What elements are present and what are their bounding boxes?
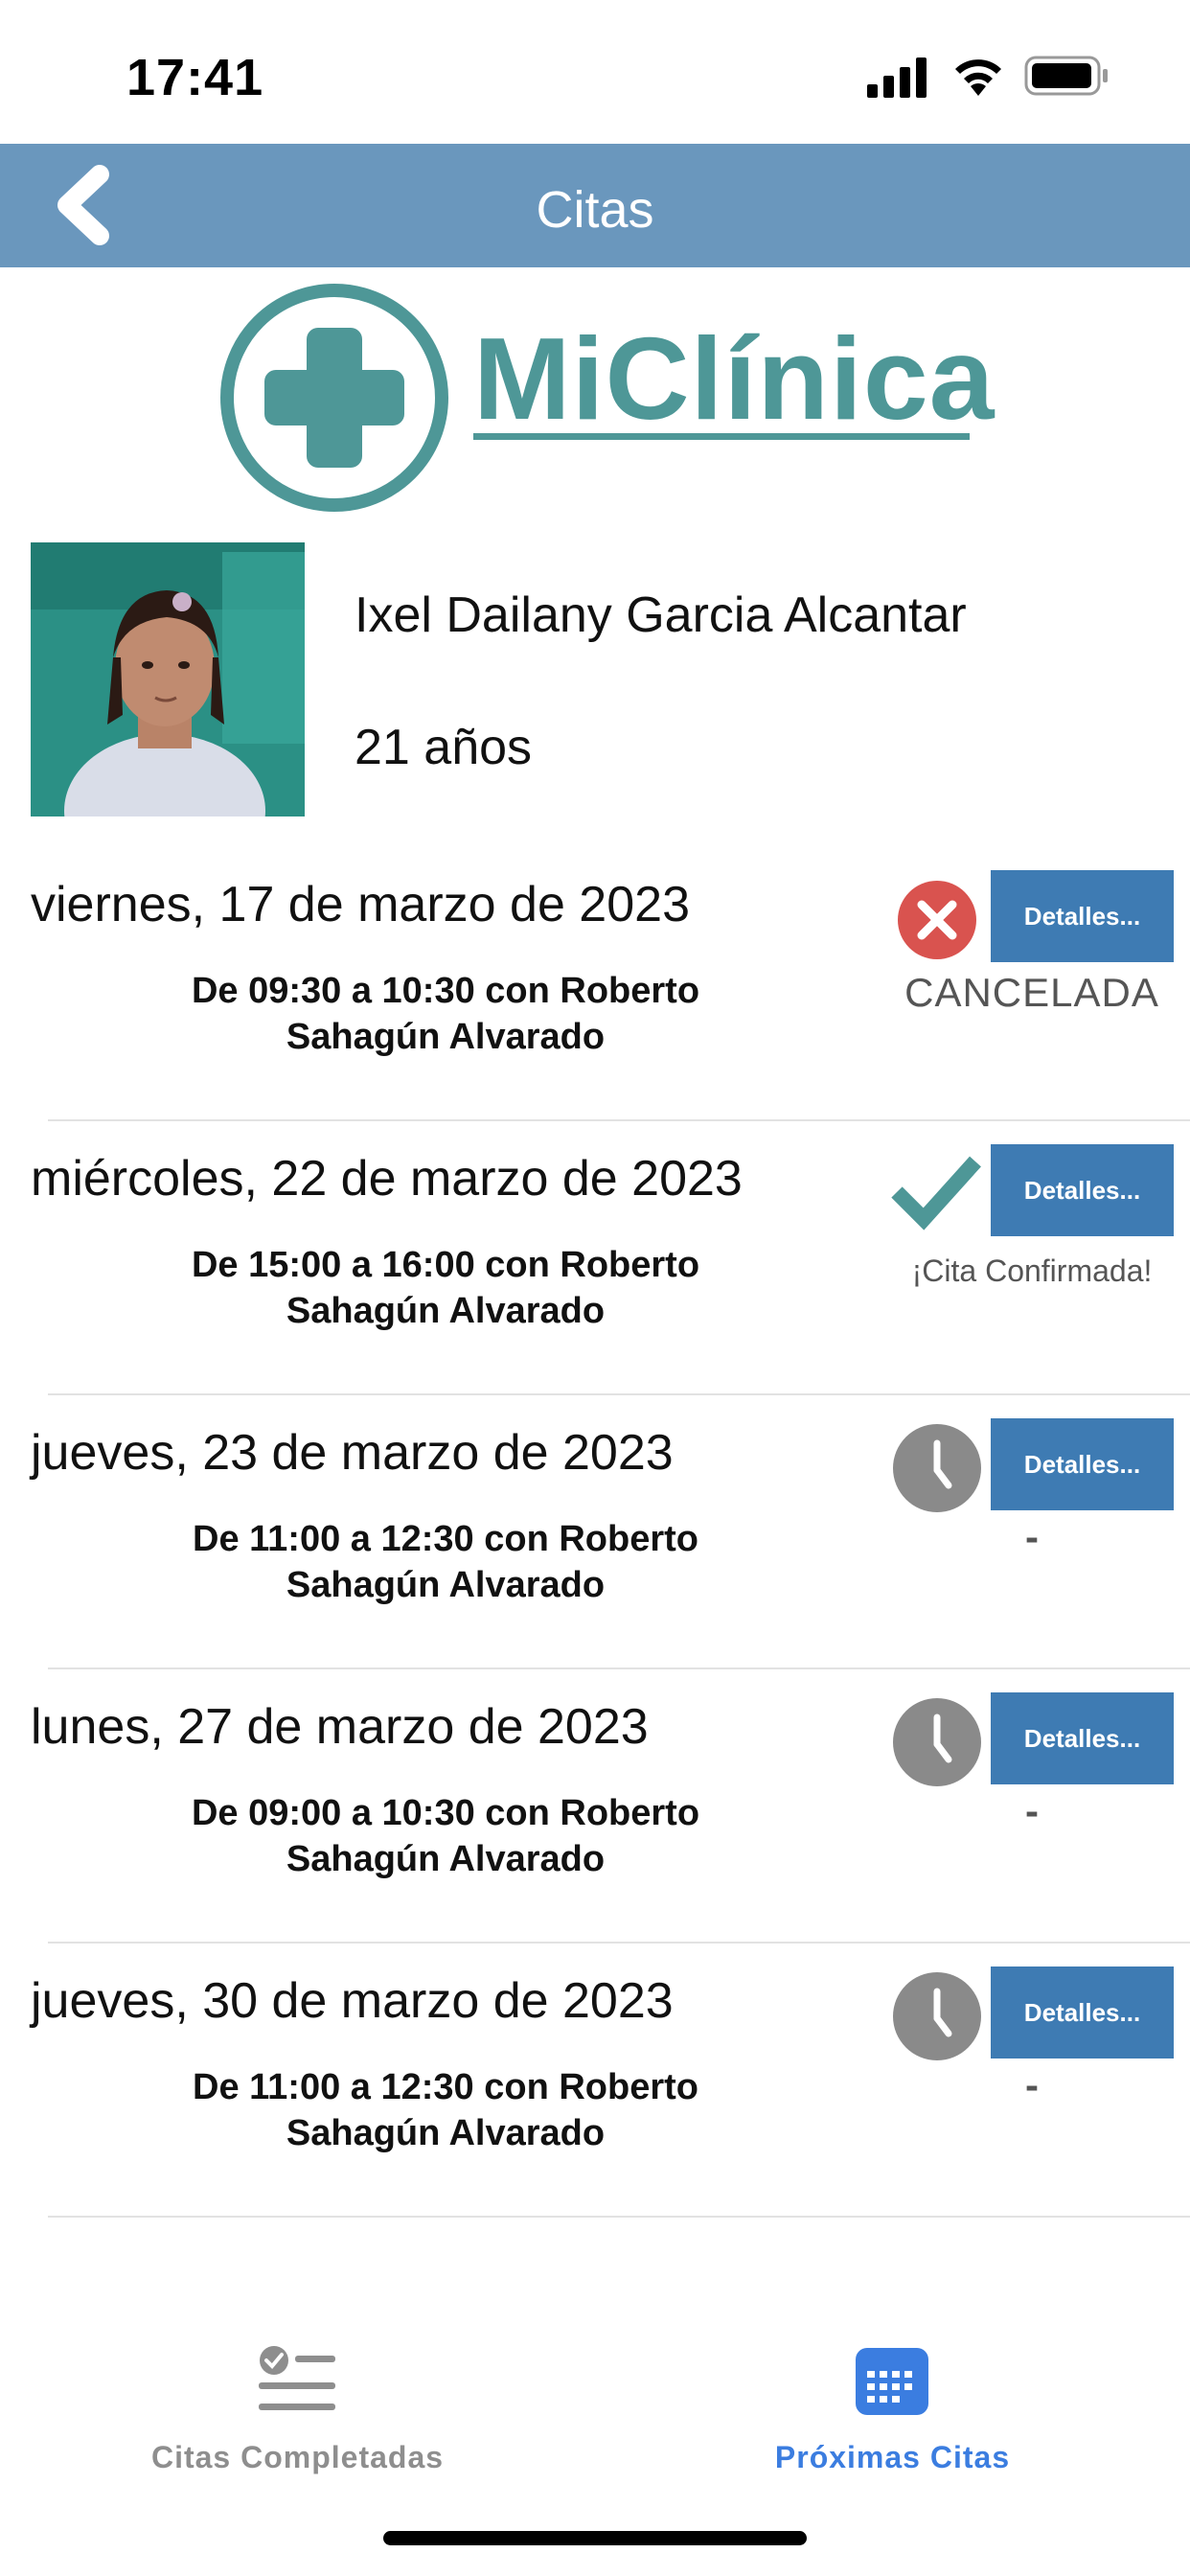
status-bar: 17:41: [0, 0, 1190, 144]
appointment-time-doctor: De 11:00 a 12:30 con Roberto: [193, 1519, 698, 1559]
row-divider: [48, 2216, 1190, 2218]
appointment-date: jueves, 23 de marzo de 2023: [31, 1425, 674, 1481]
patient-photo-illustration: [31, 542, 305, 816]
home-indicator: [383, 2531, 807, 2545]
appointment-doctor-surname: Sahagún Alvarado: [286, 1017, 606, 1057]
logo-text: MiClínica: [473, 313, 995, 444]
appointment-doctor-surname: Sahagún Alvarado: [286, 1291, 606, 1331]
battery-icon: [1024, 56, 1108, 96]
details-button[interactable]: Detalles...: [991, 1144, 1174, 1236]
appointment-detail: De 09:00 a 10:30 con Roberto Sahagún Alv…: [125, 1790, 767, 1882]
appointment-detail: De 15:00 a 16:00 con Roberto Sahagún Alv…: [125, 1242, 767, 1334]
appointment-time-doctor: De 15:00 a 16:00 con Roberto: [191, 1245, 700, 1285]
appointment-time-doctor: De 09:30 a 10:30 con Roberto: [191, 971, 700, 1011]
appointment-status: -: [1025, 2062, 1039, 2107]
details-button[interactable]: Detalles...: [991, 1418, 1174, 1510]
tab-citas-completadas[interactable]: Citas Completadas: [0, 2329, 595, 2482]
appointment-status: -: [1025, 1514, 1039, 1559]
appointment-status: CANCELADA: [904, 970, 1159, 1015]
appointment-time-doctor: De 11:00 a 12:30 con Roberto: [193, 2067, 698, 2107]
appointment-detail: De 11:00 a 12:30 con Roberto Sahagún Alv…: [125, 1516, 767, 1608]
appointment-doctor-surname: Sahagún Alvarado: [286, 1839, 606, 1879]
nav-title: Citas: [536, 181, 654, 239]
status-time: 17:41: [126, 49, 264, 106]
appointment-row: jueves, 30 de marzo de 2023 De 11:00 a 1…: [0, 1944, 1190, 2218]
patient-age: 21 años: [355, 720, 533, 775]
logo-underline: [473, 433, 970, 440]
calendar-icon: [856, 2348, 928, 2415]
patient-name: Ixel Dailany Garcia Alcantar: [355, 587, 967, 643]
appointment-detail: De 11:00 a 12:30 con Roberto Sahagún Alv…: [125, 2064, 767, 2156]
cancel-icon: [898, 881, 976, 959]
checklist-icon: [259, 2346, 335, 2410]
clinic-logo: MiClínica: [217, 280, 995, 516]
check-icon: [891, 1156, 981, 1230]
patient-photo: [31, 542, 305, 816]
appointment-doctor-surname: Sahagún Alvarado: [286, 2113, 606, 2153]
appointment-date: miércoles, 22 de marzo de 2023: [31, 1151, 743, 1207]
details-button[interactable]: Detalles...: [991, 1966, 1174, 2058]
appointment-doctor-surname: Sahagún Alvarado: [286, 1565, 606, 1605]
clock-icon: [893, 1972, 981, 2060]
tab-label: Próximas Citas: [774, 2440, 1011, 2474]
tab-proximas-citas[interactable]: Próximas Citas: [595, 2329, 1190, 2482]
details-button[interactable]: Detalles...: [991, 870, 1174, 962]
appointment-date: jueves, 30 de marzo de 2023: [31, 1973, 674, 2029]
clock-icon: [893, 1424, 981, 1512]
wifi-icon: [955, 59, 1001, 96]
clock-icon: [893, 1698, 981, 1786]
appointments-screen: 17:41 Citas MiClínica Ixel Dailany Garci…: [0, 0, 1190, 2576]
appointment-row: lunes, 27 de marzo de 2023 De 09:00 a 10…: [0, 1669, 1190, 1944]
appointment-status: -: [1025, 1788, 1039, 1833]
tab-label: Citas Completadas: [150, 2440, 445, 2474]
appointment-status: ¡Cita Confirmada!: [911, 1254, 1153, 1288]
appointment-row: jueves, 23 de marzo de 2023 De 11:00 a 1…: [0, 1395, 1190, 1669]
appointment-row: miércoles, 22 de marzo de 2023 De 15:00 …: [0, 1121, 1190, 1395]
appointment-detail: De 09:30 a 10:30 con Roberto Sahagún Alv…: [125, 968, 767, 1060]
cellular-signal-icon: [867, 58, 927, 98]
appointment-date: lunes, 27 de marzo de 2023: [31, 1699, 649, 1755]
navigation-bar: Citas: [0, 144, 1190, 267]
appointment-row: viernes, 17 de marzo de 2023 De 09:30 a …: [0, 847, 1190, 1121]
medical-cross-icon: [220, 284, 448, 512]
appointment-time-doctor: De 09:00 a 10:30 con Roberto: [191, 1793, 700, 1833]
details-button[interactable]: Detalles...: [991, 1692, 1174, 1784]
appointment-date: viernes, 17 de marzo de 2023: [31, 877, 690, 932]
